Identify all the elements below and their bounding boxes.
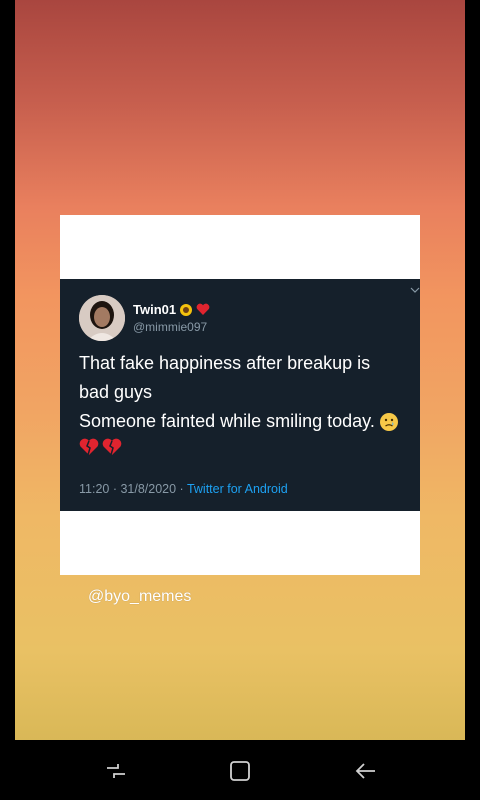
tweet-meta: 11:20 · 31/8/2020 · Twitter for Android: [79, 482, 288, 496]
tweet-line: That fake happiness after breakup is: [79, 353, 371, 373]
display-name: Twin01: [133, 302, 177, 317]
tweet-screenshot: Twin01 @mimmie097 That fake happiness af…: [60, 279, 420, 511]
tweet-line-3: Someone fainted while smiling today.: [79, 407, 409, 436]
tweet-card: Twin01 @mimmie097 That fake happiness af…: [60, 215, 420, 575]
home-icon[interactable]: [227, 758, 253, 784]
avatar: [79, 295, 125, 341]
tweet-line: bad guys: [79, 382, 153, 402]
watermark-text: @byo_memes: [88, 588, 192, 605]
heart-icon: [196, 303, 210, 315]
system-navigation-bar: [0, 740, 480, 800]
broken-heart-icon: [102, 438, 122, 456]
avatar-photo: [79, 295, 125, 341]
tweet-text: That fake happiness after breakup is bad…: [79, 349, 409, 456]
chevron-down-icon[interactable]: [410, 287, 420, 293]
story-background: Twin01 @mimmie097 That fake happiness af…: [15, 0, 465, 740]
name-row: Twin01: [133, 302, 210, 317]
tweet-line: Someone fainted while smiling today.: [79, 411, 375, 431]
timestamp: 11:20 · 31/8/2020 ·: [79, 482, 187, 496]
source-link[interactable]: Twitter for Android: [187, 482, 288, 496]
back-icon[interactable]: [353, 758, 379, 784]
crying-face-icon: [379, 412, 398, 431]
broken-heart-icon: [79, 438, 99, 456]
handle: @mimmie097: [133, 320, 208, 334]
sunflower-icon: [180, 303, 193, 316]
broken-hearts: [79, 438, 409, 456]
recent-apps-icon[interactable]: [103, 758, 129, 784]
